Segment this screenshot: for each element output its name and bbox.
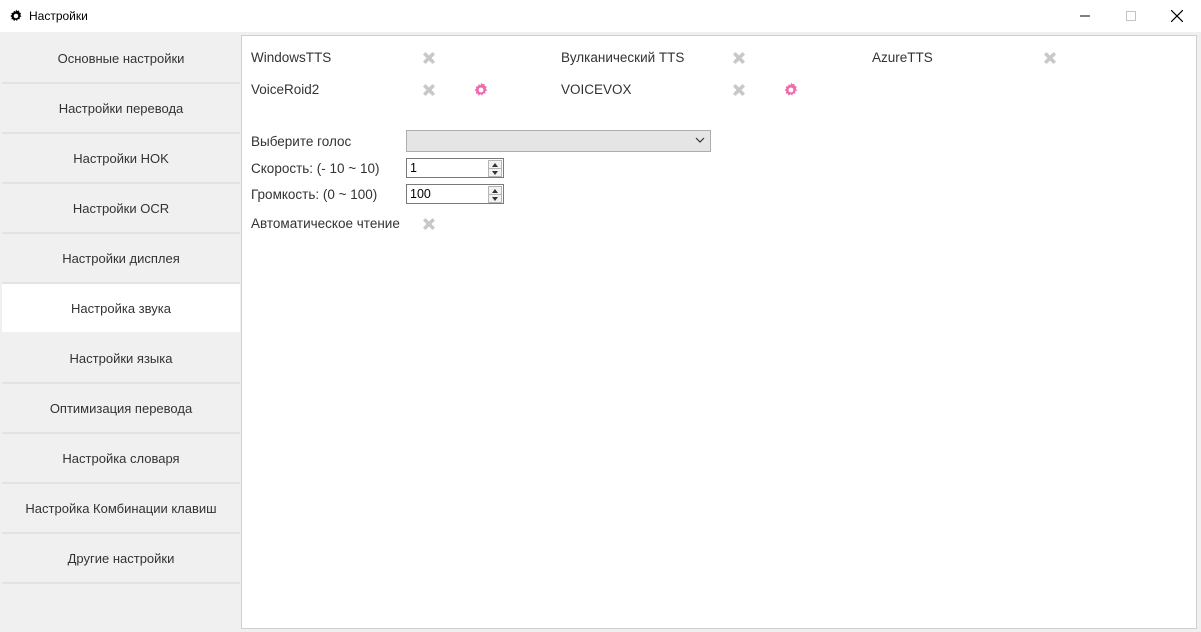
sidebar-item-optimization[interactable]: Оптимизация перевода (2, 384, 240, 434)
maximize-icon (1126, 11, 1136, 21)
speed-stepper[interactable] (406, 158, 504, 178)
sidebar-item-ocr[interactable]: Настройки OCR (2, 184, 240, 234)
toggle-off-icon[interactable] (730, 49, 748, 67)
engine-label-voicevox: VOICEVOX (561, 82, 632, 97)
chevron-up-icon (492, 188, 498, 193)
minimize-button[interactable] (1062, 0, 1108, 32)
sidebar-item-other[interactable]: Другие настройки (2, 534, 240, 584)
sidebar-item-dictionary[interactable]: Настройка словаря (2, 434, 240, 484)
sidebar-item-label: Настройки OCR (72, 200, 170, 216)
window-title: Настройки (29, 9, 88, 23)
toggle-off-icon[interactable] (1041, 49, 1059, 67)
engine-label-voiceroid2: VoiceRoid2 (251, 82, 320, 97)
settings-sidebar: Основные настройки Настройки перевода На… (2, 34, 240, 584)
speed-down-button[interactable] (488, 168, 502, 177)
sidebar-item-label: Настройка словаря (62, 450, 180, 466)
sidebar-item-label: Настройка звука (71, 300, 171, 316)
sidebar-item-label: Оптимизация перевода (49, 400, 193, 416)
sidebar-item-label: Настройки перевода (58, 100, 184, 116)
engine-label-azuretts: AzureTTS (872, 50, 933, 65)
minimize-icon (1080, 15, 1090, 17)
sidebar-item-label: Настройки дисплея (62, 250, 180, 266)
sidebar-item-sound[interactable]: Настройка звука (2, 284, 240, 334)
volume-label: Громкость: (0 ~ 100) (251, 187, 378, 202)
sidebar-item-label: Настройки HOK (73, 150, 169, 166)
toggle-off-icon[interactable] (420, 49, 438, 67)
sidebar-item-hotkeys[interactable]: Настройка Комбинации клавиш (2, 484, 240, 534)
sound-settings-panel: WindowsTTS Вулканический TTS AzureTTS Vo… (241, 35, 1197, 629)
engine-label-volcano-tts: Вулканический TTS (561, 50, 685, 65)
sidebar-item-language[interactable]: Настройки языка (2, 334, 240, 384)
gear-icon[interactable] (473, 82, 489, 98)
title-bar: Настройки (0, 0, 1201, 32)
sidebar-item-hok[interactable]: Настройки HOK (2, 134, 240, 184)
close-button[interactable] (1154, 0, 1200, 32)
chevron-down-icon (492, 170, 498, 175)
toggle-off-icon[interactable] (420, 215, 438, 233)
sidebar-item-label: Основные настройки (57, 50, 185, 66)
gear-icon (10, 9, 22, 22)
close-icon (1171, 10, 1183, 22)
sidebar-item-label: Настройка Комбинации клавиш (25, 500, 217, 516)
chevron-down-icon (492, 196, 498, 201)
chevron-down-icon (695, 137, 705, 143)
engine-label-windowstts: WindowsTTS (251, 50, 332, 65)
auto-read-label: Автоматическое чтение (251, 216, 400, 231)
sidebar-item-label: Другие настройки (67, 550, 175, 566)
volume-stepper[interactable] (406, 184, 504, 204)
voice-select-label: Выберите голос (251, 134, 352, 149)
sidebar-item-translation[interactable]: Настройки перевода (2, 84, 240, 134)
volume-down-button[interactable] (488, 194, 502, 203)
volume-input[interactable] (410, 187, 486, 201)
speed-label: Скорость: (- 10 ~ 10) (251, 161, 380, 176)
voice-select[interactable] (406, 130, 711, 152)
sidebar-item-display[interactable]: Настройки дисплея (2, 234, 240, 284)
toggle-off-icon[interactable] (420, 81, 438, 99)
speed-input[interactable] (410, 161, 486, 175)
sidebar-item-basic[interactable]: Основные настройки (2, 34, 240, 84)
chevron-up-icon (492, 162, 498, 167)
maximize-button[interactable] (1108, 0, 1154, 32)
toggle-off-icon[interactable] (730, 81, 748, 99)
sidebar-item-label: Настройки языка (69, 350, 173, 366)
gear-icon[interactable] (783, 82, 799, 98)
